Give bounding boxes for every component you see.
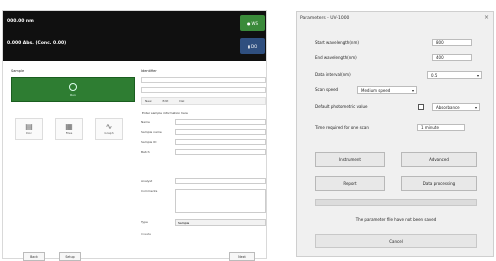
scan-time-label: Time required for one scan [315, 125, 369, 130]
instrument-button[interactable]: Instrument [315, 152, 385, 167]
document-icon: ▤ [25, 122, 33, 131]
chevron-down-icon: ▾ [474, 105, 477, 110]
data-interval-select[interactable]: 0.5 ▾ [427, 71, 482, 79]
name-label: Name [141, 120, 150, 124]
progress-bar [315, 199, 477, 206]
next-button[interactable]: Next [229, 252, 255, 261]
advanced-button[interactable]: Advanced [401, 152, 477, 167]
files-button[interactable]: ▦ Files [55, 118, 83, 140]
data-interval-label: Data interval(nm) [315, 72, 351, 77]
edit-button[interactable]: Edit [163, 99, 169, 103]
status-message: The parameter file have not been saved [355, 217, 437, 222]
report-button[interactable]: Report [315, 176, 385, 191]
analyst-field[interactable] [175, 178, 266, 184]
scan-speed-label: Scan speed [315, 87, 339, 92]
dialog-title: Parameters - UV-1000 [300, 16, 350, 21]
files-button-label: Files [65, 131, 73, 135]
identifier-section-title: Identifier [141, 69, 157, 73]
sample-id-field[interactable] [175, 139, 266, 145]
new-button[interactable]: New [145, 99, 152, 103]
start-wavelength-input[interactable]: 800 [432, 39, 472, 46]
identifier-field-2[interactable] [141, 87, 266, 93]
play-circle-icon [69, 82, 77, 91]
run-label: Run [70, 92, 76, 97]
photometric-label: Default photometric value [315, 104, 368, 109]
lamp-status-button[interactable]: ● WS [240, 15, 265, 31]
comments-label: Comments [141, 189, 158, 193]
identifier-toolbar: New Edit Del [141, 97, 266, 105]
absorbance-readout: 0.000 Abs. (Conc. 0.00) [7, 41, 67, 46]
sample-name-field[interactable] [175, 129, 266, 135]
close-icon[interactable]: × [484, 14, 489, 21]
wavelength-readout: 000.00 nm [7, 19, 34, 24]
battery-status-label: DO [250, 43, 258, 49]
chevron-down-icon: ▾ [476, 73, 479, 78]
scan-time-value: 1 minute [417, 124, 465, 131]
data-interval-value: 0.5 [431, 73, 438, 78]
setup-button[interactable]: Setup [59, 252, 81, 261]
lamp-status-label: WS [251, 20, 259, 26]
batch-label: Batch [141, 150, 150, 154]
analyst-label: Analyst [141, 179, 153, 183]
lightbulb-icon: ● [247, 20, 251, 26]
batch-field[interactable] [175, 149, 266, 155]
type-label: Type [141, 220, 148, 224]
cancel-button[interactable]: Cancel [315, 234, 477, 248]
delete-button[interactable]: Del [179, 99, 184, 103]
comments-textarea[interactable] [175, 189, 266, 213]
instrument-app-panel: 000.00 nm 0.000 Abs. (Conc. 0.00) ● WS ▮… [2, 10, 267, 261]
battery-icon: ▮ [247, 43, 250, 49]
name-field[interactable] [175, 119, 266, 125]
files-icon: ▦ [65, 122, 73, 131]
photometric-value: Absorbance [436, 105, 460, 110]
scan-speed-select[interactable]: Medium speed ▾ [357, 86, 417, 94]
sample-name-label: Sample name [141, 130, 162, 134]
data-processing-button[interactable]: Data processing [401, 176, 477, 191]
type-select[interactable]: Sample [175, 219, 266, 226]
run-button[interactable]: Run [11, 77, 135, 102]
status-header: 000.00 nm 0.000 Abs. (Conc. 0.00) ● WS ▮… [3, 11, 266, 61]
document-button-label: Doc [26, 131, 32, 135]
battery-status-button[interactable]: ▮ DO [240, 38, 265, 54]
start-wavelength-label: Start wavelength(nm) [315, 40, 359, 45]
end-wavelength-input[interactable]: 400 [432, 54, 472, 61]
photometric-select[interactable]: Absorbance ▾ [432, 103, 480, 111]
identifier-field[interactable] [141, 77, 266, 83]
graph-button[interactable]: ∿ Graph [95, 118, 123, 140]
back-button[interactable]: Back [23, 252, 45, 261]
chevron-down-icon: ▾ [411, 88, 414, 93]
create-link[interactable]: Create [141, 232, 151, 236]
scan-speed-value: Medium speed [361, 88, 391, 93]
graph-button-label: Graph [104, 131, 114, 135]
chart-icon: ∿ [105, 122, 113, 131]
sample-info-note: Enter sample information here [142, 111, 188, 115]
end-wavelength-label: End wavelength(nm) [315, 55, 357, 60]
parameters-dialog: Parameters - UV-1000 × Start wavelength(… [296, 11, 494, 257]
sample-id-label: Sample ID [141, 140, 157, 144]
sample-section-title: Sample [11, 69, 25, 73]
document-button[interactable]: ▤ Doc [15, 118, 43, 140]
photometric-checkbox[interactable] [418, 104, 424, 110]
